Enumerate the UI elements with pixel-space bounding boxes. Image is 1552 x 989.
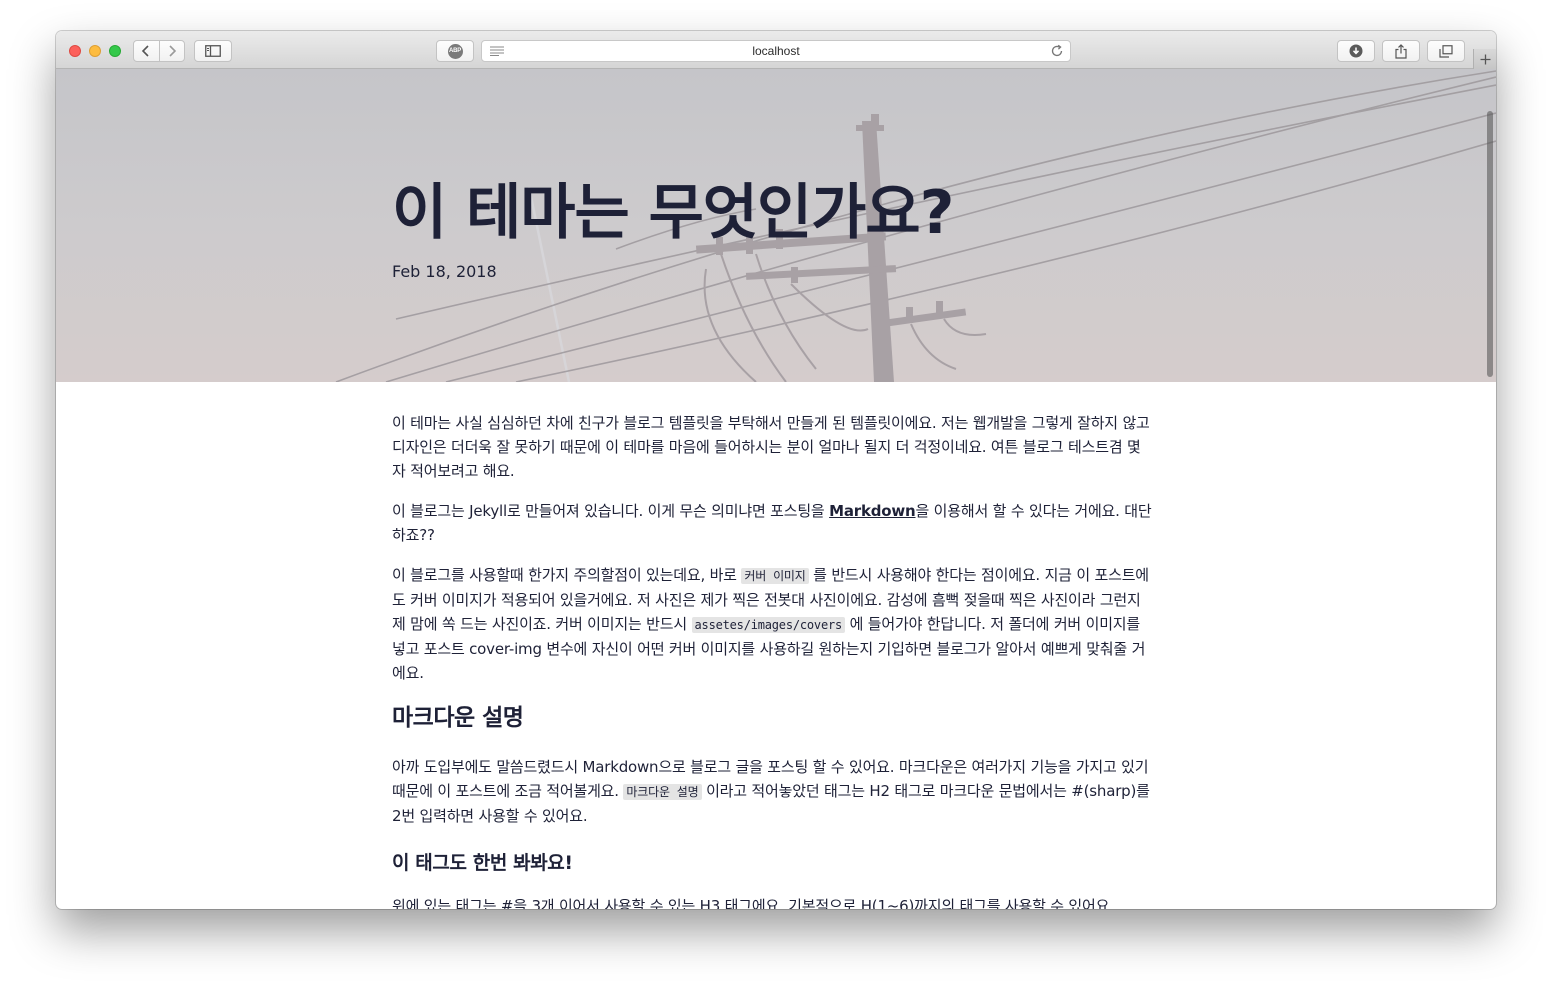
paragraph-cover-image: 이 블로그를 사용할때 한가지 주의할점이 있는데요, 바로 커버 이미지 를 … <box>392 563 1152 685</box>
reload-icon[interactable] <box>1050 44 1064 58</box>
cover-image-header: 이 테마는 무엇인가요? Feb 18, 2018 <box>56 69 1496 382</box>
inline-code-markdown-heading: 마크다운 설명 <box>623 784 702 800</box>
paragraph-markdown: 아까 도입부에도 말씀드렸드시 Markdown으로 블로그 글을 포스팅 할 … <box>392 755 1152 828</box>
inline-code-covers-path: assetes/images/covers <box>691 617 846 633</box>
browser-toolbar: ABP localhost <box>56 31 1496 69</box>
post-body: 이 테마는 사실 심심하던 차에 친구가 블로그 템플릿을 부탁해서 만들게 된… <box>392 411 1152 909</box>
inline-code-cover-image: 커버 이미지 <box>741 568 809 584</box>
post-title: 이 테마는 무엇인가요? <box>392 178 954 248</box>
heading-tag: 이 태그도 한번 봐봐요! <box>392 852 573 874</box>
close-window-button[interactable] <box>69 45 81 57</box>
back-button[interactable] <box>134 41 159 61</box>
browser-window: ABP localhost 이 테마는 무엇인가요? Feb 18, 2018 … <box>56 31 1496 909</box>
address-bar[interactable]: localhost <box>481 40 1071 62</box>
page-scrollbar[interactable] <box>1487 111 1493 377</box>
paragraph-h3: 위에 있는 태그는 #을 3개 이어서 사용할 수 있는 H3 태그에요. 기본… <box>392 897 1114 909</box>
share-button[interactable] <box>1382 40 1420 62</box>
markdown-link[interactable]: Markdown <box>829 502 916 520</box>
adblock-icon: ABP <box>447 43 463 59</box>
sidebar-toggle-button[interactable] <box>194 40 232 62</box>
paragraph-jekyll: 이 블로그는 Jekyll로 만들어져 있습니다. 이게 무슨 의미냐면 포스팅… <box>392 499 1152 547</box>
download-icon <box>1349 44 1363 58</box>
chevron-left-icon <box>142 45 149 57</box>
share-icon <box>1395 43 1407 59</box>
paragraph-text: 이 블로그를 사용할때 한가지 주의할점이 있는데요, 바로 <box>392 566 742 584</box>
zoom-window-button[interactable] <box>109 45 121 57</box>
sidebar-icon <box>205 45 221 57</box>
post-date: Feb 18, 2018 <box>392 262 497 281</box>
tab-overview-button[interactable] <box>1427 40 1465 62</box>
adblock-button[interactable]: ABP <box>436 40 474 62</box>
chevron-right-icon <box>169 45 176 57</box>
minimize-window-button[interactable] <box>89 45 101 57</box>
paragraph-text: 이 블로그는 Jekyll로 만들어져 있습니다. 이게 무슨 의미냐면 포스팅… <box>392 502 830 520</box>
url-text: localhost <box>752 44 800 58</box>
new-tab-button[interactable] <box>1473 49 1496 69</box>
downloads-button[interactable] <box>1337 40 1375 62</box>
forward-button[interactable] <box>158 41 185 61</box>
heading-markdown: 마크다운 설명 <box>392 705 524 731</box>
history-nav <box>133 40 185 62</box>
paragraph-intro: 이 테마는 사실 심심하던 차에 친구가 블로그 템플릿을 부탁해서 만들게 된… <box>392 414 1150 480</box>
tabs-icon <box>1439 44 1453 58</box>
plus-icon <box>1480 54 1490 64</box>
